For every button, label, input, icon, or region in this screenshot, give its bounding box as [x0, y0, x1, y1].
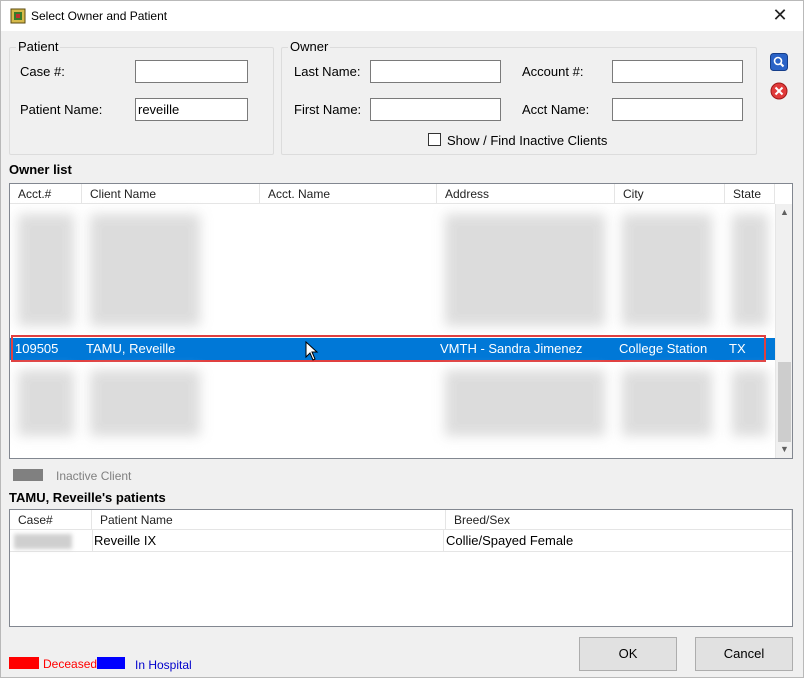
in-hospital-swatch — [97, 657, 125, 669]
cell-state: TX — [729, 341, 746, 356]
scroll-down-icon[interactable]: ▼ — [776, 441, 792, 458]
dialog-window: Select Owner and Patient ✕ Patient Case … — [0, 0, 804, 678]
title-bar: Select Owner and Patient ✕ — [1, 1, 803, 31]
inactive-client-label: Inactive Client — [56, 469, 132, 483]
col-header-city[interactable]: City — [615, 184, 725, 204]
first-name-label: First Name: — [294, 102, 362, 117]
col-header-client-name[interactable]: Client Name — [82, 184, 260, 204]
account-label: Account #: — [522, 64, 584, 79]
mouse-cursor-icon — [305, 341, 319, 361]
scroll-up-icon[interactable]: ▲ — [776, 204, 792, 221]
col-header-case[interactable]: Case# — [10, 510, 92, 530]
cell-acct: 109505 — [15, 341, 59, 356]
search-icon[interactable] — [770, 53, 788, 71]
col-header-patient-name[interactable]: Patient Name — [92, 510, 446, 530]
app-icon — [10, 8, 26, 24]
case-label: Case #: — [20, 64, 65, 79]
deceased-swatch — [9, 657, 39, 669]
ok-button[interactable]: OK — [579, 637, 677, 671]
window-title: Select Owner and Patient — [31, 9, 168, 23]
col-header-address[interactable]: Address — [437, 184, 615, 204]
deceased-label: Deceased — [43, 657, 98, 671]
inactive-clients-label: Show / Find Inactive Clients — [447, 133, 608, 148]
col-header-state[interactable]: State — [725, 184, 775, 204]
close-icon[interactable]: ✕ — [765, 4, 795, 28]
patient-name-cell: Reveille IX — [94, 533, 157, 548]
scroll-thumb[interactable] — [778, 362, 791, 442]
in-hospital-label: In Hospital — [135, 658, 192, 672]
cell-client-name: TAMU, Reveille — [86, 341, 176, 356]
first-name-input[interactable] — [370, 98, 501, 121]
patient-group-legend: Patient — [16, 39, 61, 54]
patient-name-input[interactable] — [135, 98, 248, 121]
patients-grid: Case# Patient Name Breed/Sex Reveille IX… — [9, 509, 793, 627]
case-number-redacted — [14, 534, 72, 549]
owner-row-selected[interactable]: 109505 TAMU, Reveille VMTH - Sandra Jime… — [10, 338, 775, 360]
owner-group-legend: Owner — [288, 39, 331, 54]
case-number-input[interactable] — [135, 60, 248, 83]
acct-name-input[interactable] — [612, 98, 743, 121]
cell-city: College Station — [619, 341, 708, 356]
inactive-client-swatch — [13, 469, 43, 481]
patient-name-label: Patient Name: — [20, 102, 103, 117]
last-name-label: Last Name: — [294, 64, 361, 79]
owner-list-scrollbar[interactable]: ▲ ▼ — [775, 204, 792, 458]
last-name-input[interactable] — [370, 60, 501, 83]
patients-title: TAMU, Reveille's patients — [9, 490, 166, 505]
account-number-input[interactable] — [612, 60, 743, 83]
owner-list-grid: Acct.# Client Name Acct. Name Address Ci… — [9, 183, 793, 459]
cancel-button[interactable]: Cancel — [695, 637, 793, 671]
patient-row[interactable]: Reveille IX Collie/Spayed Female — [10, 530, 792, 552]
breed-sex-cell: Collie/Spayed Female — [446, 533, 574, 548]
col-header-acct-name[interactable]: Acct. Name — [260, 184, 437, 204]
acct-name-label: Acct Name: — [522, 102, 590, 117]
clear-icon[interactable] — [770, 82, 788, 100]
owner-list-title: Owner list — [9, 162, 72, 177]
inactive-clients-checkbox[interactable] — [428, 133, 441, 146]
col-header-acct[interactable]: Acct.# — [10, 184, 82, 204]
col-header-breed-sex[interactable]: Breed/Sex — [446, 510, 792, 530]
cell-address: VMTH - Sandra Jimenez — [440, 341, 583, 356]
